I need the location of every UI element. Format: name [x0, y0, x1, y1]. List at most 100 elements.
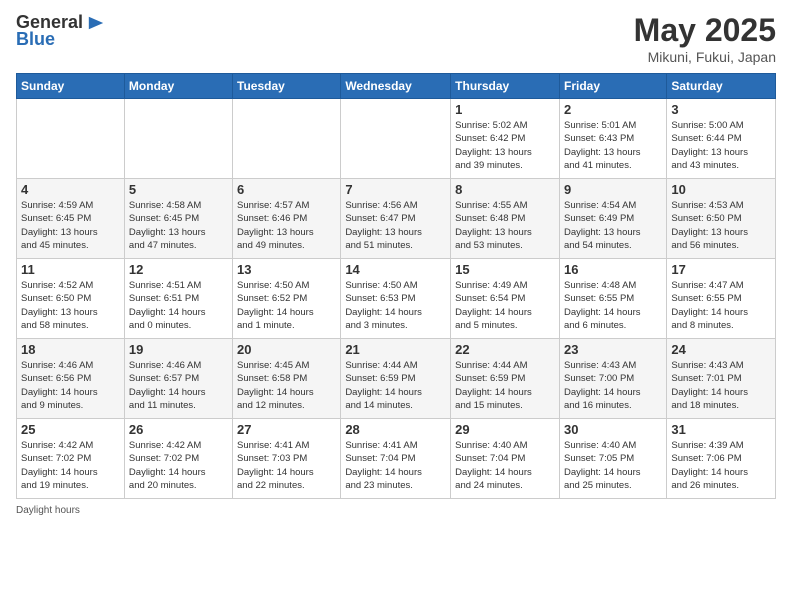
day-info: Sunrise: 4:44 AM Sunset: 6:59 PM Dayligh…	[455, 359, 555, 412]
day-info: Sunrise: 4:57 AM Sunset: 6:46 PM Dayligh…	[237, 199, 336, 252]
day-info: Sunrise: 5:00 AM Sunset: 6:44 PM Dayligh…	[671, 119, 771, 172]
day-number: 7	[345, 182, 446, 197]
day-info: Sunrise: 4:54 AM Sunset: 6:49 PM Dayligh…	[564, 199, 662, 252]
day-number: 21	[345, 342, 446, 357]
calendar-cell: 25 Sunrise: 4:42 AM Sunset: 7:02 PM Dayli…	[17, 419, 125, 499]
calendar-cell: 21 Sunrise: 4:44 AM Sunset: 6:59 PM Dayli…	[341, 339, 451, 419]
calendar-cell: 7Sunrise: 4:56 AM Sunset: 6:47 PM Daylig…	[341, 179, 451, 259]
day-info: Sunrise: 4:43 AM Sunset: 7:01 PM Dayligh…	[671, 359, 771, 412]
day-info: Sunrise: 4:48 AM Sunset: 6:55 PM Dayligh…	[564, 279, 662, 332]
logo-blue-text: Blue	[16, 29, 55, 50]
calendar-cell: 12 Sunrise: 4:51 AM Sunset: 6:51 PM Dayli…	[124, 259, 232, 339]
day-info: Sunrise: 4:43 AM Sunset: 7:00 PM Dayligh…	[564, 359, 662, 412]
calendar-cell: 5 Sunrise: 4:58 AM Sunset: 6:45 PM Daylig…	[124, 179, 232, 259]
day-number: 14	[345, 262, 446, 277]
calendar-cell: 9 Sunrise: 4:54 AM Sunset: 6:49 PM Daylig…	[559, 179, 666, 259]
day-header-thursday: Thursday	[451, 74, 560, 99]
page: General Blue May 2025 Mikuni, Fukui, Jap…	[0, 0, 792, 612]
day-info: Sunrise: 5:01 AM Sunset: 6:43 PM Dayligh…	[564, 119, 662, 172]
day-number: 4	[21, 182, 120, 197]
day-header-wednesday: Wednesday	[341, 74, 451, 99]
day-number: 24	[671, 342, 771, 357]
calendar-cell: 28Sunrise: 4:41 AM Sunset: 7:04 PM Dayli…	[341, 419, 451, 499]
day-number: 31	[671, 422, 771, 437]
day-info: Sunrise: 4:58 AM Sunset: 6:45 PM Dayligh…	[129, 199, 228, 252]
day-number: 18	[21, 342, 120, 357]
logo-flag-icon	[87, 14, 105, 32]
day-number: 15	[455, 262, 555, 277]
day-header-monday: Monday	[124, 74, 232, 99]
header: General Blue May 2025 Mikuni, Fukui, Jap…	[16, 12, 776, 65]
day-number: 20	[237, 342, 336, 357]
calendar-cell: 1Sunrise: 5:02 AM Sunset: 6:42 PM Daylig…	[451, 99, 560, 179]
calendar-cell: 3Sunrise: 5:00 AM Sunset: 6:44 PM Daylig…	[667, 99, 776, 179]
calendar-cell: 13Sunrise: 4:50 AM Sunset: 6:52 PM Dayli…	[233, 259, 341, 339]
day-info: Sunrise: 4:51 AM Sunset: 6:51 PM Dayligh…	[129, 279, 228, 332]
day-info: Sunrise: 4:55 AM Sunset: 6:48 PM Dayligh…	[455, 199, 555, 252]
calendar-cell: 23 Sunrise: 4:43 AM Sunset: 7:00 PM Dayli…	[559, 339, 666, 419]
day-header-sunday: Sunday	[17, 74, 125, 99]
calendar-cell: 11 Sunrise: 4:52 AM Sunset: 6:50 PM Dayli…	[17, 259, 125, 339]
day-info: Sunrise: 4:52 AM Sunset: 6:50 PM Dayligh…	[21, 279, 120, 332]
day-info: Sunrise: 4:42 AM Sunset: 7:02 PM Dayligh…	[21, 439, 120, 492]
day-info: Sunrise: 4:59 AM Sunset: 6:45 PM Dayligh…	[21, 199, 120, 252]
day-info: Sunrise: 4:53 AM Sunset: 6:50 PM Dayligh…	[671, 199, 771, 252]
calendar-table: SundayMondayTuesdayWednesdayThursdayFrid…	[16, 73, 776, 499]
day-number: 10	[671, 182, 771, 197]
day-number: 5	[129, 182, 228, 197]
day-info: Sunrise: 5:02 AM Sunset: 6:42 PM Dayligh…	[455, 119, 555, 172]
day-number: 19	[129, 342, 228, 357]
calendar-cell: 18 Sunrise: 4:46 AM Sunset: 6:56 PM Dayli…	[17, 339, 125, 419]
daylight-label: Daylight hours	[16, 505, 80, 516]
week-row-2: 4 Sunrise: 4:59 AM Sunset: 6:45 PM Daylig…	[17, 179, 776, 259]
calendar-cell	[124, 99, 232, 179]
day-info: Sunrise: 4:46 AM Sunset: 6:57 PM Dayligh…	[129, 359, 228, 412]
day-info: Sunrise: 4:46 AM Sunset: 6:56 PM Dayligh…	[21, 359, 120, 412]
day-number: 27	[237, 422, 336, 437]
day-number: 2	[564, 102, 662, 117]
day-number: 26	[129, 422, 228, 437]
day-info: Sunrise: 4:40 AM Sunset: 7:04 PM Dayligh…	[455, 439, 555, 492]
week-row-4: 18 Sunrise: 4:46 AM Sunset: 6:56 PM Dayli…	[17, 339, 776, 419]
location-subtitle: Mikuni, Fukui, Japan	[634, 49, 776, 65]
calendar-cell: 15 Sunrise: 4:49 AM Sunset: 6:54 PM Dayli…	[451, 259, 560, 339]
calendar-cell: 27 Sunrise: 4:41 AM Sunset: 7:03 PM Dayli…	[233, 419, 341, 499]
day-number: 11	[21, 262, 120, 277]
day-header-row: SundayMondayTuesdayWednesdayThursdayFrid…	[17, 74, 776, 99]
calendar-cell: 2 Sunrise: 5:01 AM Sunset: 6:43 PM Daylig…	[559, 99, 666, 179]
calendar-cell	[17, 99, 125, 179]
title-block: May 2025 Mikuni, Fukui, Japan	[634, 12, 776, 65]
day-header-tuesday: Tuesday	[233, 74, 341, 99]
day-info: Sunrise: 4:49 AM Sunset: 6:54 PM Dayligh…	[455, 279, 555, 332]
day-info: Sunrise: 4:44 AM Sunset: 6:59 PM Dayligh…	[345, 359, 446, 412]
day-number: 28	[345, 422, 446, 437]
calendar-cell: 6Sunrise: 4:57 AM Sunset: 6:46 PM Daylig…	[233, 179, 341, 259]
calendar-cell: 16Sunrise: 4:48 AM Sunset: 6:55 PM Dayli…	[559, 259, 666, 339]
day-header-friday: Friday	[559, 74, 666, 99]
day-info: Sunrise: 4:47 AM Sunset: 6:55 PM Dayligh…	[671, 279, 771, 332]
footer: Daylight hours	[16, 505, 776, 516]
month-title: May 2025	[634, 12, 776, 49]
day-number: 9	[564, 182, 662, 197]
logo: General Blue	[16, 12, 105, 50]
calendar-cell: 10 Sunrise: 4:53 AM Sunset: 6:50 PM Dayli…	[667, 179, 776, 259]
calendar-cell	[233, 99, 341, 179]
calendar-cell	[341, 99, 451, 179]
day-number: 22	[455, 342, 555, 357]
day-info: Sunrise: 4:50 AM Sunset: 6:53 PM Dayligh…	[345, 279, 446, 332]
day-number: 23	[564, 342, 662, 357]
calendar-cell: 4 Sunrise: 4:59 AM Sunset: 6:45 PM Daylig…	[17, 179, 125, 259]
calendar-cell: 31Sunrise: 4:39 AM Sunset: 7:06 PM Dayli…	[667, 419, 776, 499]
calendar-cell: 17Sunrise: 4:47 AM Sunset: 6:55 PM Dayli…	[667, 259, 776, 339]
day-number: 12	[129, 262, 228, 277]
day-number: 25	[21, 422, 120, 437]
day-info: Sunrise: 4:41 AM Sunset: 7:03 PM Dayligh…	[237, 439, 336, 492]
calendar-cell: 24 Sunrise: 4:43 AM Sunset: 7:01 PM Dayli…	[667, 339, 776, 419]
calendar-cell: 29Sunrise: 4:40 AM Sunset: 7:04 PM Dayli…	[451, 419, 560, 499]
day-number: 8	[455, 182, 555, 197]
calendar-cell: 26 Sunrise: 4:42 AM Sunset: 7:02 PM Dayli…	[124, 419, 232, 499]
day-header-saturday: Saturday	[667, 74, 776, 99]
calendar-cell: 30Sunrise: 4:40 AM Sunset: 7:05 PM Dayli…	[559, 419, 666, 499]
day-info: Sunrise: 4:42 AM Sunset: 7:02 PM Dayligh…	[129, 439, 228, 492]
day-info: Sunrise: 4:40 AM Sunset: 7:05 PM Dayligh…	[564, 439, 662, 492]
